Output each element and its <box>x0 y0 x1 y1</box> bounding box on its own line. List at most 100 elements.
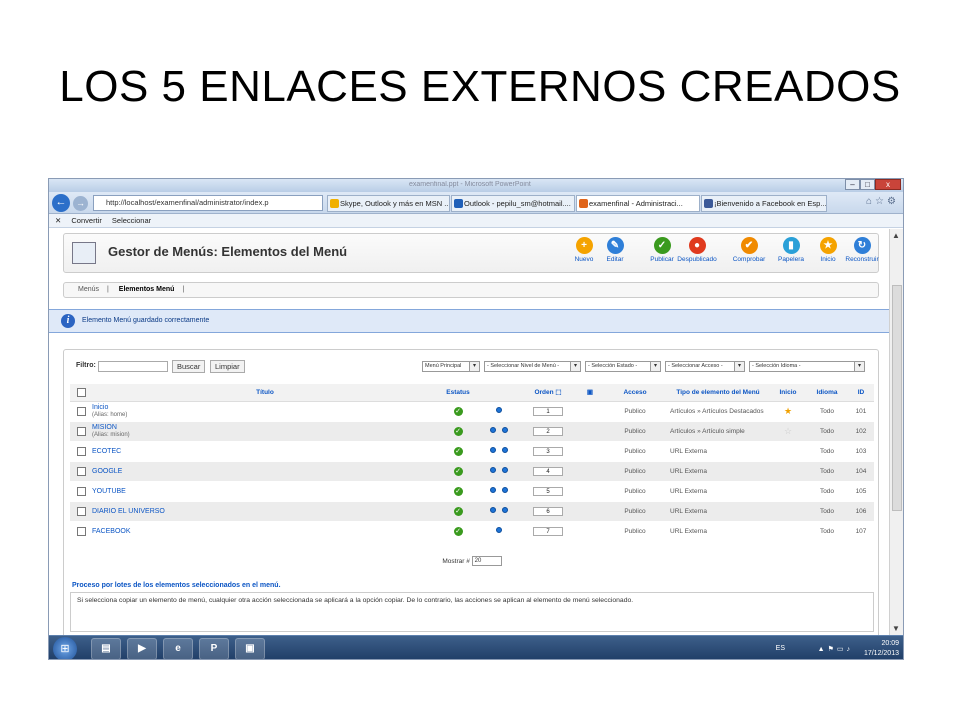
minimize-button[interactable]: – <box>845 179 860 190</box>
row-checkbox[interactable] <box>76 406 86 416</box>
move-up-icon[interactable] <box>490 447 496 453</box>
col-order[interactable]: Orden ⬚ <box>520 384 576 402</box>
browser-tool-icons[interactable]: ⌂☆⚙ <box>866 196 899 207</box>
tab-examenfinal[interactable]: examenfinal - Administraci... <box>576 195 700 212</box>
select-all-checkbox[interactable] <box>76 387 86 397</box>
col-id[interactable]: ID <box>848 384 874 402</box>
col-home[interactable]: Inicio <box>770 384 806 402</box>
back-arrow-icon[interactable]: ← <box>52 194 70 212</box>
move-down-icon[interactable] <box>502 487 508 493</box>
explorer-icon[interactable]: ▤ <box>91 638 121 659</box>
scroll-up-icon[interactable]: ▲ <box>892 231 900 240</box>
page-size-select[interactable]: 20 <box>471 556 502 567</box>
row-checkbox[interactable] <box>76 426 86 436</box>
scroll-thumb[interactable] <box>892 285 902 511</box>
published-check-icon[interactable]: ✓ <box>453 526 463 536</box>
item-title-link[interactable]: FACEBOOK <box>92 528 131 535</box>
published-check-icon[interactable]: ✓ <box>453 466 463 476</box>
row-checkbox[interactable] <box>76 466 86 476</box>
move-down-icon[interactable] <box>502 447 508 453</box>
col-type[interactable]: Tipo de elemento del Menú <box>666 384 770 402</box>
clock[interactable]: 20:09 17/12/2013 <box>864 639 899 659</box>
maximize-button[interactable]: □ <box>860 179 875 190</box>
level-select[interactable]: - Seleccionar Nivel de Menú - <box>484 361 581 372</box>
tab-facebook[interactable]: ¡Bienvenido a Facebook en Esp... <box>701 195 827 212</box>
row-status-cell[interactable]: ✓ <box>438 481 478 502</box>
toolbar-button-2[interactable]: ✓ Publicar <box>642 237 682 263</box>
move-down-icon[interactable] <box>502 427 508 433</box>
language-select[interactable]: - Selección Idioma - <box>749 361 865 372</box>
row-checkbox[interactable] <box>76 526 86 536</box>
published-check-icon[interactable]: ✓ <box>453 426 463 436</box>
item-title-link[interactable]: MISION <box>92 424 117 431</box>
published-check-icon[interactable]: ✓ <box>453 486 463 496</box>
item-title-link[interactable]: YOUTUBE <box>92 488 126 495</box>
media-player-icon[interactable]: ▶ <box>127 638 157 659</box>
submenu-item-elementos[interactable]: Elementos Menú <box>119 286 175 293</box>
item-title-link[interactable]: Inicio <box>92 404 108 411</box>
order-input[interactable]: 4 <box>533 466 563 476</box>
home-star-icon[interactable]: ☆ <box>784 426 792 436</box>
close-toolbar-icon[interactable]: ✕ <box>55 216 61 225</box>
move-down-icon[interactable] <box>502 507 508 513</box>
tab-outlook[interactable]: Outlook - pepilu_sm@hotmail.... <box>451 195 575 212</box>
submenu-item-menus[interactable]: Menús <box>78 286 99 293</box>
row-checkbox-cell[interactable] <box>70 401 92 422</box>
item-title-link[interactable]: ECOTEC <box>92 448 121 455</box>
row-home[interactable]: ☆ <box>770 421 806 442</box>
row-status-cell[interactable]: ✓ <box>438 501 478 522</box>
row-checkbox-cell[interactable] <box>70 461 92 482</box>
row-home[interactable] <box>770 481 806 502</box>
forward-arrow-icon[interactable]: → <box>73 196 88 211</box>
access-select[interactable]: - Seleccionar Acceso - <box>665 361 745 372</box>
row-checkbox-cell[interactable] <box>70 521 92 542</box>
row-home[interactable] <box>770 501 806 522</box>
filter-input[interactable] <box>98 361 168 372</box>
toolbar-button-4[interactable]: ✔ Comprobar <box>729 237 769 263</box>
move-up-icon[interactable] <box>490 507 496 513</box>
move-down-icon[interactable] <box>502 467 508 473</box>
order-input[interactable]: 1 <box>533 406 563 416</box>
move-up-icon[interactable] <box>490 487 496 493</box>
row-home[interactable] <box>770 461 806 482</box>
row-checkbox-cell[interactable] <box>70 481 92 502</box>
row-home[interactable] <box>770 521 806 542</box>
tab-msn[interactable]: Skype, Outlook y más en MSN ... <box>327 195 450 212</box>
row-status-cell[interactable]: ✓ <box>438 421 478 442</box>
row-home[interactable]: ★ <box>770 401 806 422</box>
item-title-link[interactable]: GOOGLE <box>92 468 122 475</box>
row-home[interactable] <box>770 441 806 462</box>
scroll-down-icon[interactable]: ▼ <box>892 624 900 633</box>
address-bar[interactable]: http://localhost/examenfinal/administrat… <box>93 195 323 211</box>
search-button[interactable]: Buscar <box>172 360 206 373</box>
close-button[interactable]: x <box>875 179 901 190</box>
vertical-scrollbar[interactable]: ▲ ▼ <box>889 229 903 635</box>
row-checkbox[interactable] <box>76 486 86 496</box>
row-checkbox[interactable] <box>76 506 86 516</box>
move-up-icon[interactable] <box>496 527 502 533</box>
order-input[interactable]: 2 <box>533 426 563 436</box>
order-input[interactable]: 5 <box>533 486 563 496</box>
row-checkbox-cell[interactable] <box>70 441 92 462</box>
toolbar-button-7[interactable]: ↻ Reconstruir <box>842 237 882 263</box>
row-status-cell[interactable]: ✓ <box>438 521 478 542</box>
powerpoint-icon[interactable]: P <box>199 638 229 659</box>
toolbar-button-1[interactable]: ✎ Editar <box>595 237 635 263</box>
row-status-cell[interactable]: ✓ <box>438 461 478 482</box>
app-icon[interactable]: ▣ <box>235 638 265 659</box>
internet-explorer-icon[interactable]: e <box>163 638 193 659</box>
select-all-checkbox-cell[interactable] <box>70 384 92 402</box>
col-status[interactable]: Estatus <box>438 384 478 402</box>
tray-icons[interactable]: ▲⚑▭♪ <box>818 645 853 653</box>
row-status-cell[interactable]: ✓ <box>438 441 478 462</box>
start-button[interactable]: ⊞ <box>53 637 77 659</box>
menu-select[interactable]: Menú Principal <box>422 361 480 372</box>
move-up-icon[interactable] <box>490 427 496 433</box>
row-checkbox-cell[interactable] <box>70 501 92 522</box>
select-button[interactable]: Seleccionar <box>112 216 151 225</box>
toolbar-button-3[interactable]: ● Despublicado <box>677 237 717 263</box>
save-order-icon[interactable]: ▣ <box>576 384 604 402</box>
col-access[interactable]: Acceso <box>604 384 666 402</box>
row-status-cell[interactable]: ✓ <box>438 401 478 422</box>
toolbar-button-5[interactable]: ▮ Papelera <box>771 237 811 263</box>
